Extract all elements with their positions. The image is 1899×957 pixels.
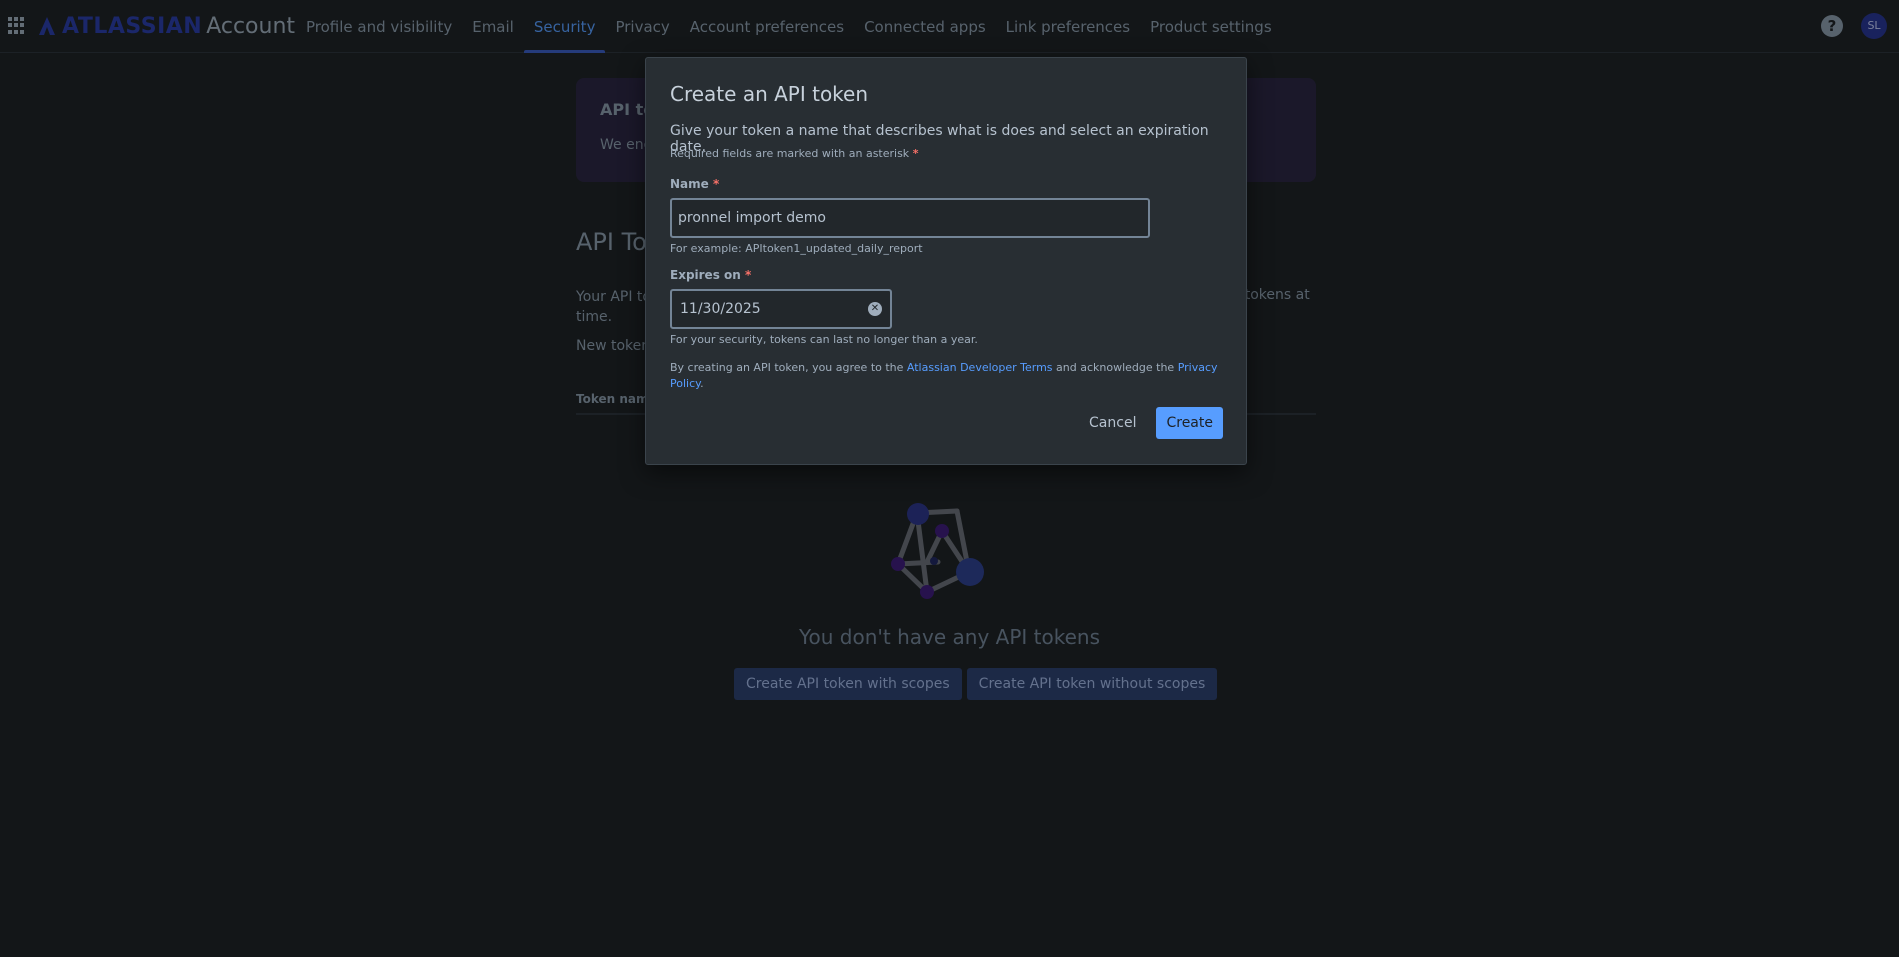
required-asterisk: * xyxy=(712,177,720,191)
cancel-button[interactable]: Cancel xyxy=(1077,407,1148,439)
required-note-text: Required fields are marked with an aster… xyxy=(670,147,910,160)
terms-notice: By creating an API token, you agree to t… xyxy=(670,360,1230,392)
name-field-help: For example: APItoken1_updated_daily_rep… xyxy=(670,242,923,255)
terms-middle: and acknowledge the xyxy=(1052,361,1178,374)
required-fields-note: Required fields are marked with an aster… xyxy=(670,147,918,160)
required-asterisk: * xyxy=(745,268,752,282)
expires-label-text: Expires on xyxy=(670,268,741,282)
dialog-title: Create an API token xyxy=(670,82,869,106)
terms-suffix: . xyxy=(700,377,704,390)
expires-field-help: For your security, tokens can last no lo… xyxy=(670,333,978,346)
clear-date-icon[interactable]: ✕ xyxy=(868,302,882,316)
create-api-token-dialog: Create an API token Give your token a na… xyxy=(645,57,1247,465)
required-asterisk: * xyxy=(912,147,919,160)
expiration-date-picker[interactable]: 11/30/2025 ✕ xyxy=(670,289,892,329)
developer-terms-link[interactable]: Atlassian Developer Terms xyxy=(907,361,1053,374)
expires-field-label: Expires on * xyxy=(670,268,751,282)
expiration-date-value: 11/30/2025 xyxy=(680,301,761,317)
name-label-text: Name xyxy=(670,177,709,191)
name-field-label: Name * xyxy=(670,177,719,191)
dialog-footer: Cancel Create xyxy=(1077,407,1223,439)
token-name-input[interactable] xyxy=(670,198,1150,238)
terms-prefix: By creating an API token, you agree to t… xyxy=(670,361,907,374)
create-button[interactable]: Create xyxy=(1156,407,1223,439)
